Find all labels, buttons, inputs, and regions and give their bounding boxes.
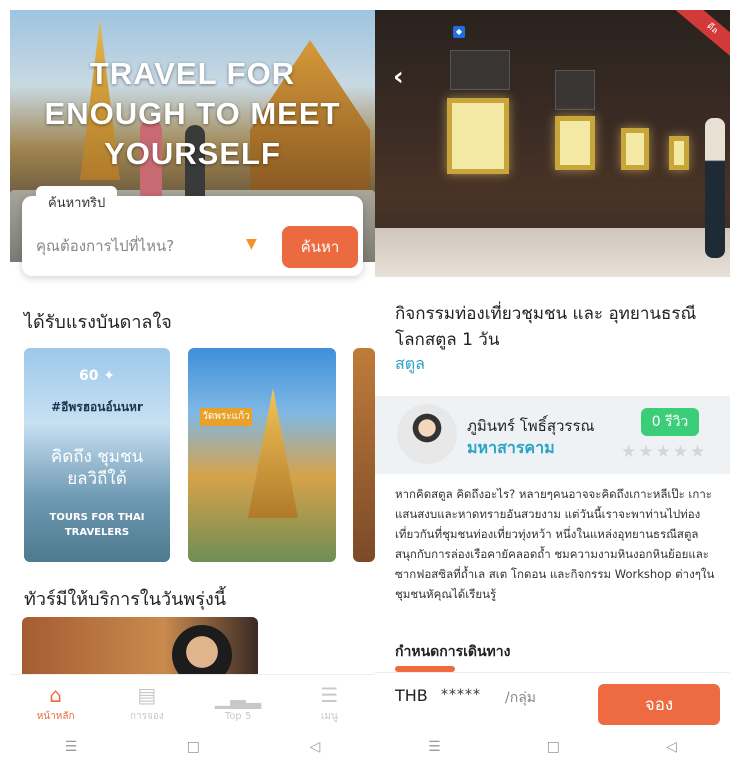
recent-apps-icon[interactable]: ☰ (65, 739, 78, 755)
booking-bar: THB ***** /กลุ่ม จอง (375, 672, 730, 732)
activity-province-link[interactable]: สตูล (395, 352, 425, 377)
home-screen: TRAVEL FOR ENOUGH TO MEET YOURSELF ค้นหา… (10, 0, 375, 762)
home-circle-icon[interactable]: □ (187, 739, 200, 755)
search-button[interactable]: ค้นหา (282, 226, 358, 268)
back-triangle-icon[interactable]: ◁ (309, 739, 320, 755)
exhibit-case (669, 136, 689, 170)
home-circle-icon[interactable]: □ (547, 739, 560, 755)
promo-card[interactable] (353, 348, 375, 562)
home-icon: ⌂ (49, 682, 62, 707)
hero-title: TRAVEL FOR ENOUGH TO MEET YOURSELF (44, 56, 341, 171)
gallery-floor (375, 228, 730, 277)
nav-label: หน้าหลัก (36, 710, 75, 722)
inspiration-section-title: ได้รับแรงบันดาลใจ (24, 312, 172, 333)
exhibit-photo (555, 70, 595, 110)
system-navigation-bar: ☰ □ ◁ (10, 732, 375, 762)
promo-headline: คิดถึง ชุมชน ยลวิถีใต้ (50, 447, 144, 489)
deal-ribbon: ดีล (675, 10, 730, 62)
nav-menu[interactable]: ☰ เมนู (284, 675, 375, 732)
search-tab-label[interactable]: ค้นหาทริป (36, 186, 118, 217)
tour-card-image[interactable] (22, 617, 258, 685)
price-value-masked: ***** (441, 687, 481, 703)
activity-title: กิจกรรมท่องเที่ยวชุมชน และ อุทยานธรณีโลก… (395, 304, 697, 350)
promo-footer: TOURS FOR THAI TRAVELERS (49, 512, 145, 538)
nav-label: เมนู (320, 710, 338, 722)
exhibit-photo (450, 50, 510, 90)
book-button[interactable]: จอง (598, 684, 720, 725)
activity-detail-screen: ◆ ‹ ดีล กิจกรรมท่องเที่ยวชุมชน และ อุทยา… (375, 0, 730, 762)
chart-icon: ▁▃▂ (215, 684, 262, 709)
schedule-section-title: กำหนดการเดินทาง (395, 644, 511, 660)
promo-card[interactable]: 60 ✦ #อีพรฮอนอ์นนหr คิดถึง ชุมชน ยลวิถีใ… (24, 348, 170, 562)
nav-home[interactable]: ⌂ หน้าหลัก (10, 675, 101, 732)
bottom-navigation: ⌂ หน้าหลัก ▤ การจอง ▁▃▂ Top 5 ☰ เมนู (10, 674, 375, 732)
host-avatar[interactable] (397, 404, 457, 464)
promo-card[interactable]: วัดพระแก้ว (188, 348, 336, 562)
activity-photo: ◆ ‹ ดีล (375, 10, 730, 277)
host-province: มหาสารคาม (467, 438, 555, 457)
review-count-button[interactable]: 0 รีวิว (641, 408, 699, 436)
temple-image (248, 388, 298, 518)
visitor-figure (705, 118, 725, 258)
tomorrow-tours-title: ทัวร์มีให้บริการในวันพรุ่งนี้ (24, 589, 227, 610)
nav-label: การจอง (129, 710, 164, 722)
chevron-down-icon[interactable]: ▼ (246, 236, 257, 252)
promo-hashtag: #อีพรฮอนอ์นนหr (51, 400, 143, 414)
nav-top5[interactable]: ▁▃▂ Top 5 (193, 675, 284, 732)
host-name: ภูมินทร์ โพธิ์สุวรรณ (467, 417, 595, 435)
nav-booking[interactable]: ▤ การจอง (101, 675, 192, 732)
back-triangle-icon[interactable]: ◁ (666, 739, 677, 755)
trip-search-card: ค้นหาทริป คุณต้องการไปที่ไหน? ▼ ค้นหา (22, 186, 363, 276)
back-arrow-icon[interactable]: ‹ (393, 62, 404, 92)
activity-description: หากคิดสตูล คิดถึงอะไร? หลายๆคนอาจจะคิดถึ… (395, 487, 715, 601)
price-unit: /กลุ่ม (505, 690, 537, 706)
price-currency: THB (395, 686, 428, 705)
exhibit-case (621, 128, 649, 170)
promo-caption: วัดพระแก้ว (200, 408, 252, 426)
destination-input[interactable]: คุณต้องการไปที่ไหน? (36, 234, 174, 258)
info-badge: ◆ (453, 26, 465, 38)
promo-logo: 60 ✦ (78, 368, 116, 384)
exhibit-case (555, 116, 595, 170)
exhibit-case (447, 98, 509, 174)
menu-icon: ☰ (320, 682, 339, 707)
rating-stars-icon: ★★★★★ (621, 442, 708, 462)
nav-label: Top 5 (224, 710, 252, 722)
host-info-card: ภูมินทร์ โพธิ์สุวรรณ มหาสารคาม 0 รีวิว ★… (375, 396, 730, 474)
system-navigation-bar: ☰ □ ◁ (375, 732, 730, 762)
recent-apps-icon[interactable]: ☰ (428, 739, 441, 755)
booking-icon: ▤ (137, 682, 157, 707)
